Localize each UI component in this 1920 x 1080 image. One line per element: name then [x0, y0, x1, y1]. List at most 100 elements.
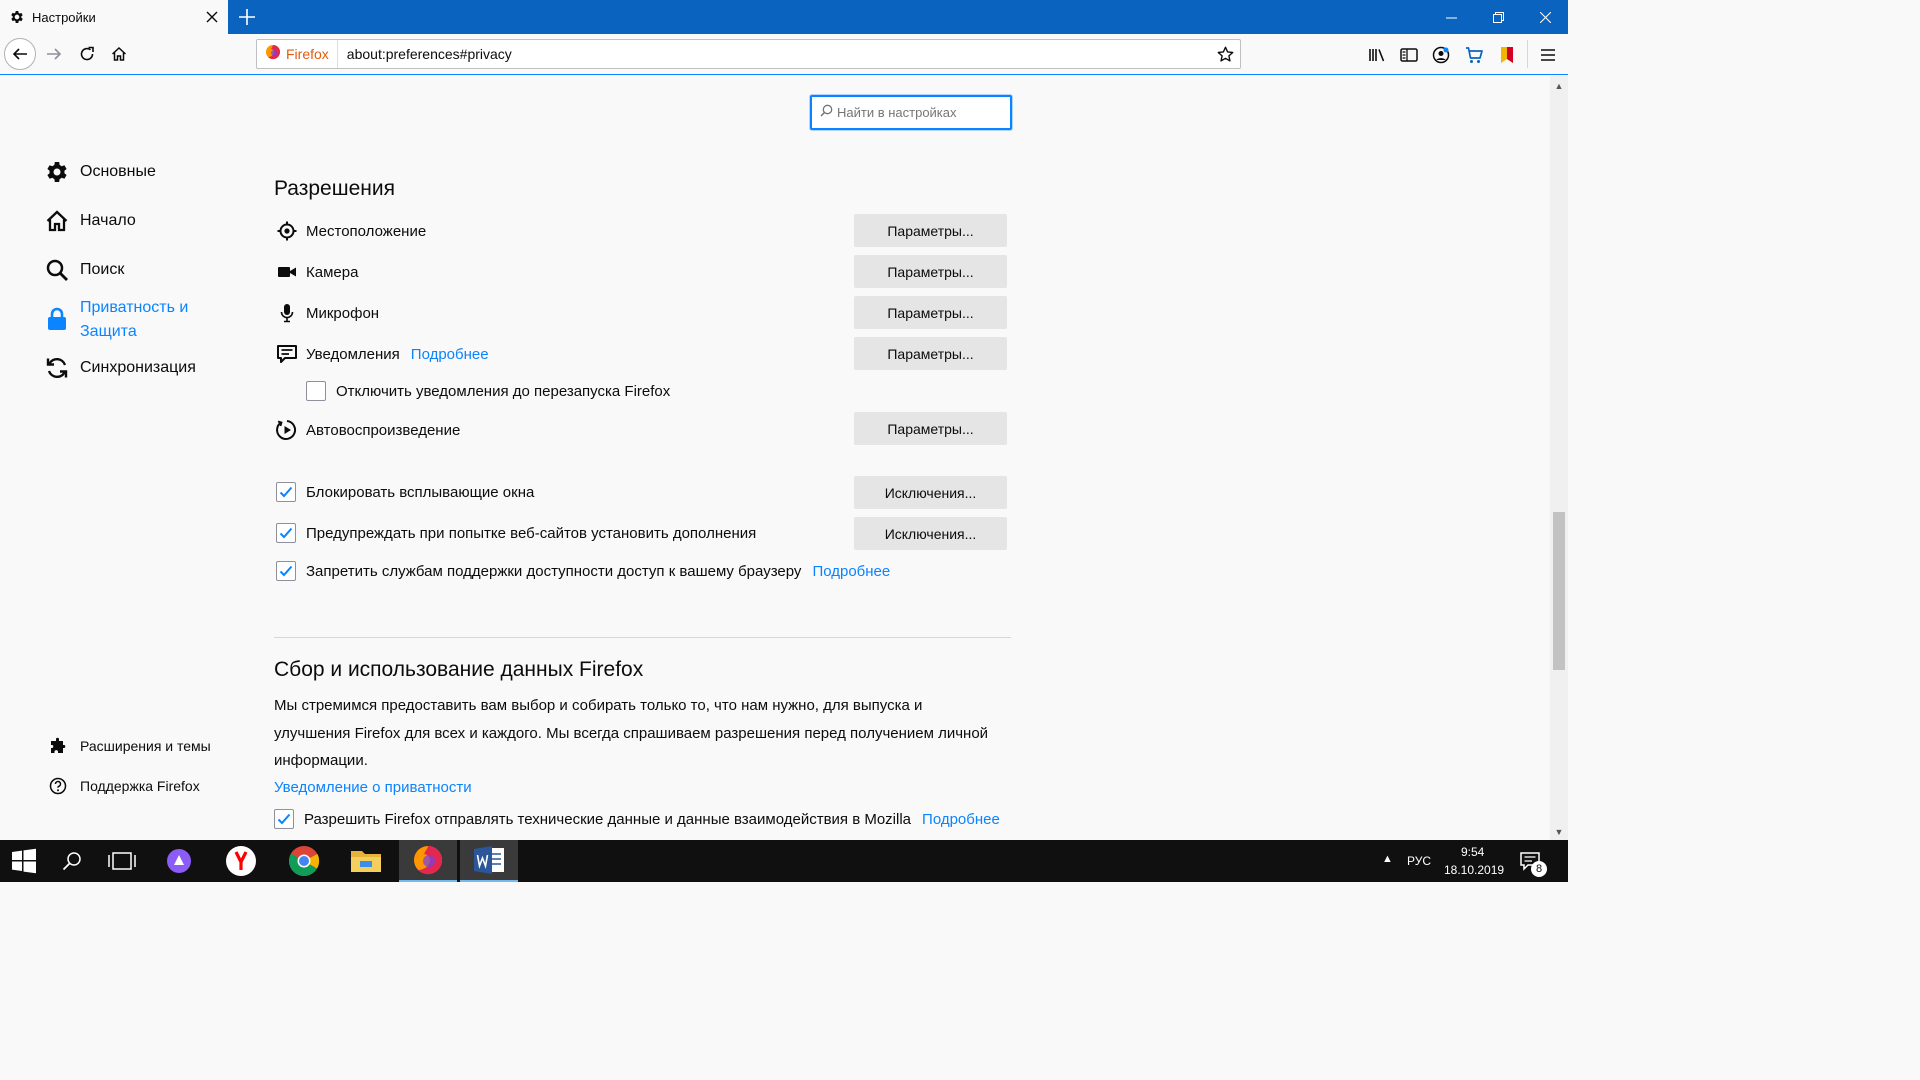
addon-exceptions-button[interactable]: Исключения...	[854, 517, 1007, 550]
sidebar-item-support[interactable]: Поддержка Firefox	[48, 776, 200, 796]
title-bar: Настройки	[0, 0, 1568, 34]
scroll-down-arrow[interactable]: ▼	[1550, 824, 1568, 840]
close-window-button[interactable]	[1522, 0, 1568, 34]
minimize-button[interactable]	[1428, 0, 1474, 34]
star-icon[interactable]	[1210, 40, 1240, 68]
block-popups-row: Блокировать всплывающие окна	[276, 482, 534, 502]
section-divider	[274, 637, 1011, 638]
yandex-browser-icon[interactable]	[212, 840, 270, 882]
sidebar-item-privacy[interactable]: Приватность и Защита	[44, 296, 188, 344]
tray-overflow-icon[interactable]: ▲	[1382, 853, 1393, 865]
url-bar[interactable]: Firefox about:preferences#privacy	[256, 39, 1241, 69]
warn-addons-row: Предупреждать при попытке веб-сайтов уст…	[276, 523, 756, 543]
permission-location-row: Местоположение	[276, 220, 426, 242]
taskbar-search-icon[interactable]	[48, 840, 96, 882]
help-icon	[48, 776, 68, 796]
sidebar-item-general[interactable]: Основные	[44, 159, 156, 185]
navigation-toolbar: Firefox about:preferences#privacy	[0, 34, 1568, 75]
block-popups-checkbox[interactable]	[276, 482, 296, 502]
library-icon[interactable]	[1364, 42, 1390, 68]
privacy-notice-link[interactable]: Уведомление о приватности	[274, 779, 472, 796]
telemetry-learn-more-link[interactable]: Подробнее	[922, 811, 1000, 828]
preferences-search[interactable]	[810, 95, 1012, 130]
scroll-up-arrow[interactable]: ▲	[1550, 78, 1568, 94]
firefox-logo-icon	[265, 44, 281, 65]
pause-notifications-label: Отключить уведомления до перезапуска Fir…	[336, 382, 671, 400]
chrome-icon[interactable]	[275, 840, 333, 882]
bookmark-extension-icon[interactable]	[1494, 42, 1520, 68]
sidebar-label-line1: Приватность и	[80, 299, 189, 316]
location-settings-button[interactable]: Параметры...	[854, 214, 1007, 247]
menu-icon[interactable]	[1535, 42, 1561, 68]
windows-start-icon[interactable]	[0, 840, 48, 882]
sidebar-item-label: Поиск	[80, 261, 125, 278]
cart-icon[interactable]	[1461, 42, 1487, 68]
a11y-block-label: Запретить службам поддержки доступности …	[306, 562, 802, 580]
a11y-learn-more-link[interactable]: Подробнее	[812, 563, 890, 580]
preferences-content: Основные Начало Поиск Приватность и Защи…	[0, 76, 1550, 840]
autoplay-settings-button[interactable]: Параметры...	[854, 412, 1007, 445]
search-icon	[820, 104, 833, 122]
popup-exceptions-button[interactable]: Исключения...	[854, 476, 1007, 509]
description-line: Мы стремимся предоставить вам выбор и со…	[274, 697, 923, 714]
scroll-thumb[interactable]	[1553, 512, 1565, 670]
autoplay-icon	[276, 419, 298, 441]
telemetry-checkbox[interactable]	[274, 809, 294, 829]
identity-box[interactable]: Firefox	[257, 40, 338, 68]
data-collection-description: Мы стремимся предоставить вам выбор и со…	[274, 692, 1014, 775]
restore-button[interactable]	[1475, 0, 1521, 34]
home-button[interactable]	[103, 38, 135, 70]
warn-addons-checkbox[interactable]	[276, 523, 296, 543]
description-line: улучшения Firefox для всех и каждого. Мы…	[274, 724, 989, 742]
permission-autoplay-label: Автовоспроизведение	[306, 421, 461, 439]
camera-settings-button[interactable]: Параметры...	[854, 255, 1007, 288]
telemetry-row: Разрешить Firefox отправлять технические…	[274, 809, 1000, 829]
search-input[interactable]	[837, 105, 1007, 120]
toolbar-divider	[1527, 40, 1528, 68]
sidebar-item-sync[interactable]: Синхронизация	[44, 355, 196, 381]
pause-notifications-checkbox[interactable]	[306, 381, 326, 401]
location-icon	[276, 220, 298, 242]
task-view-icon[interactable]	[96, 840, 148, 882]
back-button[interactable]	[4, 38, 36, 70]
sidebar-item-addons[interactable]: Расширения и темы	[48, 736, 211, 756]
input-language[interactable]: РУС	[1407, 854, 1431, 868]
microphone-settings-button[interactable]: Параметры...	[854, 296, 1007, 329]
clock-time[interactable]: 9:54	[1461, 845, 1484, 859]
description-line: информации.	[274, 752, 368, 769]
puzzle-icon	[48, 736, 68, 756]
notifications-settings-button[interactable]: Параметры...	[854, 337, 1007, 370]
home-icon	[44, 208, 70, 234]
lock-icon	[44, 306, 70, 332]
action-center-icon[interactable]: 8	[1510, 840, 1550, 882]
clock-date[interactable]: 18.10.2019	[1444, 863, 1504, 877]
word-taskbar-icon[interactable]	[460, 840, 518, 882]
tab-settings[interactable]: Настройки	[0, 0, 228, 34]
sidebar-item-search[interactable]: Поиск	[44, 257, 124, 283]
url-text[interactable]: about:preferences#privacy	[338, 46, 1210, 62]
a11y-block-checkbox[interactable]	[276, 561, 296, 581]
sidebar-item-label: Расширения и темы	[80, 738, 211, 754]
forward-button[interactable]	[38, 38, 70, 70]
firefox-taskbar-icon[interactable]	[399, 840, 457, 882]
sidebar-item-label: Поддержка Firefox	[80, 778, 200, 794]
alice-assistant-icon[interactable]	[150, 840, 208, 882]
notification-count-badge: 8	[1531, 861, 1547, 877]
gear-icon	[8, 8, 26, 26]
data-collection-heading: Сбор и использование данных Firefox	[274, 658, 644, 681]
close-tab-icon[interactable]	[200, 5, 224, 29]
new-tab-button[interactable]	[234, 4, 260, 30]
sidebar-icon[interactable]	[1396, 42, 1422, 68]
permission-location-label: Местоположение	[306, 222, 427, 240]
sidebar-item-label: Основные	[80, 163, 156, 180]
permissions-heading: Разрешения	[274, 177, 395, 200]
warn-addons-label: Предупреждать при попытке веб-сайтов уст…	[306, 524, 757, 542]
permission-camera-label: Камера	[306, 263, 359, 281]
sidebar-item-home[interactable]: Начало	[44, 208, 136, 234]
vertical-scrollbar[interactable]	[1550, 76, 1568, 840]
account-icon[interactable]	[1428, 42, 1454, 68]
notifications-learn-more-link[interactable]: Подробнее	[411, 346, 489, 363]
file-explorer-icon[interactable]	[337, 840, 395, 882]
tab-title: Настройки	[32, 9, 96, 25]
reload-button[interactable]	[71, 38, 103, 70]
